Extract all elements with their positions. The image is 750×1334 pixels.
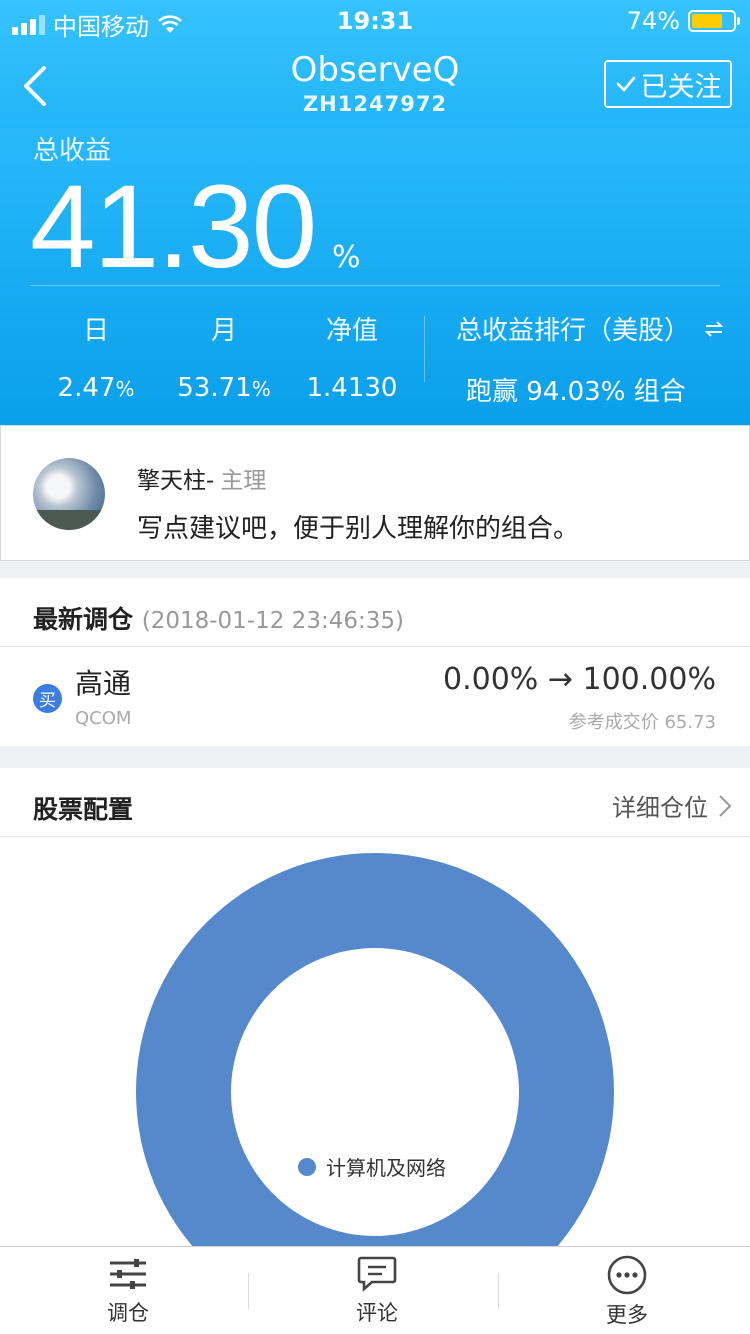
- divider: [424, 316, 425, 382]
- latest-rebalance-section: 最新调仓 (2018-01-12 23:46:35) 买 高通 QCOM 0.0…: [0, 578, 750, 746]
- manager-role: 主理: [220, 468, 267, 494]
- ranking-value: 94.03%: [526, 377, 626, 407]
- donut-slice: [136, 853, 614, 1248]
- detailed-positions-link[interactable]: 详细仓位: [612, 788, 732, 823]
- ranking-suffix: 组合: [633, 377, 686, 407]
- tab-more[interactable]: 更多: [502, 1247, 750, 1334]
- tab-rebalance[interactable]: 调仓: [3, 1247, 253, 1334]
- day-return-value: 2.47: [57, 373, 116, 403]
- manager-name: 擎天柱-: [137, 468, 215, 494]
- day-return-label: 日: [82, 316, 109, 346]
- day-return-unit: %: [115, 377, 135, 401]
- follow-label: 已关注: [640, 71, 722, 103]
- battery-percent: 74%: [626, 7, 680, 35]
- status-bar: 中国移动 19:31 74%: [0, 0, 750, 41]
- total-return-unit: %: [332, 240, 361, 275]
- ranking-prefix: 跑赢: [466, 377, 519, 407]
- battery-icon: [688, 10, 740, 32]
- total-return-value: 41.30: [30, 161, 317, 293]
- divider: [0, 646, 750, 647]
- net-value-value: 1.4130: [306, 373, 398, 403]
- follow-button[interactable]: 已关注: [604, 60, 732, 108]
- swap-icon[interactable]: [704, 320, 724, 338]
- rebalance-timestamp: (2018-01-12 23:46:35): [141, 608, 404, 634]
- tab-label: 调仓: [107, 1301, 149, 1325]
- tab-label: 评论: [356, 1301, 398, 1325]
- rebalance-title: 最新调仓: [33, 605, 134, 634]
- check-icon: [616, 76, 635, 92]
- month-return-label: 月: [210, 316, 237, 346]
- ranking-label: 总收益排行（美股）: [456, 316, 691, 346]
- month-return: 月 53.71%: [164, 310, 284, 403]
- comment-icon: [357, 1256, 397, 1292]
- legend-dot: [298, 1157, 316, 1176]
- legend-label: 计算机及网络: [326, 1156, 446, 1180]
- bottom-tab-bar: 调仓 评论 更多: [0, 1246, 750, 1334]
- divider: [30, 285, 720, 286]
- net-value-label: 净值: [325, 316, 378, 346]
- avatar[interactable]: [33, 458, 105, 530]
- stock-code: QCOM: [75, 708, 132, 729]
- allocation-title: 股票配置: [33, 795, 134, 824]
- chevron-right-icon: [719, 794, 732, 817]
- return-ranking[interactable]: 总收益排行（美股） 跑赢 94.03% 组合: [456, 310, 724, 408]
- manager-card[interactable]: 擎天柱- 主理 写点建议吧，便于别人理解你的组合。: [0, 425, 750, 561]
- more-icon: [607, 1255, 647, 1295]
- net-value: 净值 1.4130: [292, 310, 412, 403]
- chart-legend: 计算机及网络: [298, 1152, 446, 1181]
- divider: [248, 1273, 249, 1309]
- stock-name[interactable]: 高通: [75, 662, 131, 702]
- donut-chart: [136, 853, 614, 1248]
- tab-comments[interactable]: 评论: [252, 1247, 502, 1334]
- day-return: 日 2.47%: [36, 310, 156, 403]
- month-return-value: 53.71: [177, 373, 252, 403]
- sliders-icon: [110, 1259, 146, 1289]
- detailed-positions-label: 详细仓位: [612, 794, 708, 822]
- buy-badge: 买: [33, 684, 62, 713]
- allocation-chart: 计算机及网络: [0, 838, 750, 1248]
- manager-description: 写点建议吧，便于别人理解你的组合。: [137, 514, 580, 544]
- month-return-unit: %: [251, 377, 271, 401]
- reference-price: 参考成交价 65.73: [568, 712, 716, 733]
- weight-change: 0.00% → 100.00%: [443, 662, 716, 697]
- tab-label: 更多: [606, 1303, 648, 1327]
- divider: [498, 1273, 499, 1309]
- divider: [0, 836, 750, 837]
